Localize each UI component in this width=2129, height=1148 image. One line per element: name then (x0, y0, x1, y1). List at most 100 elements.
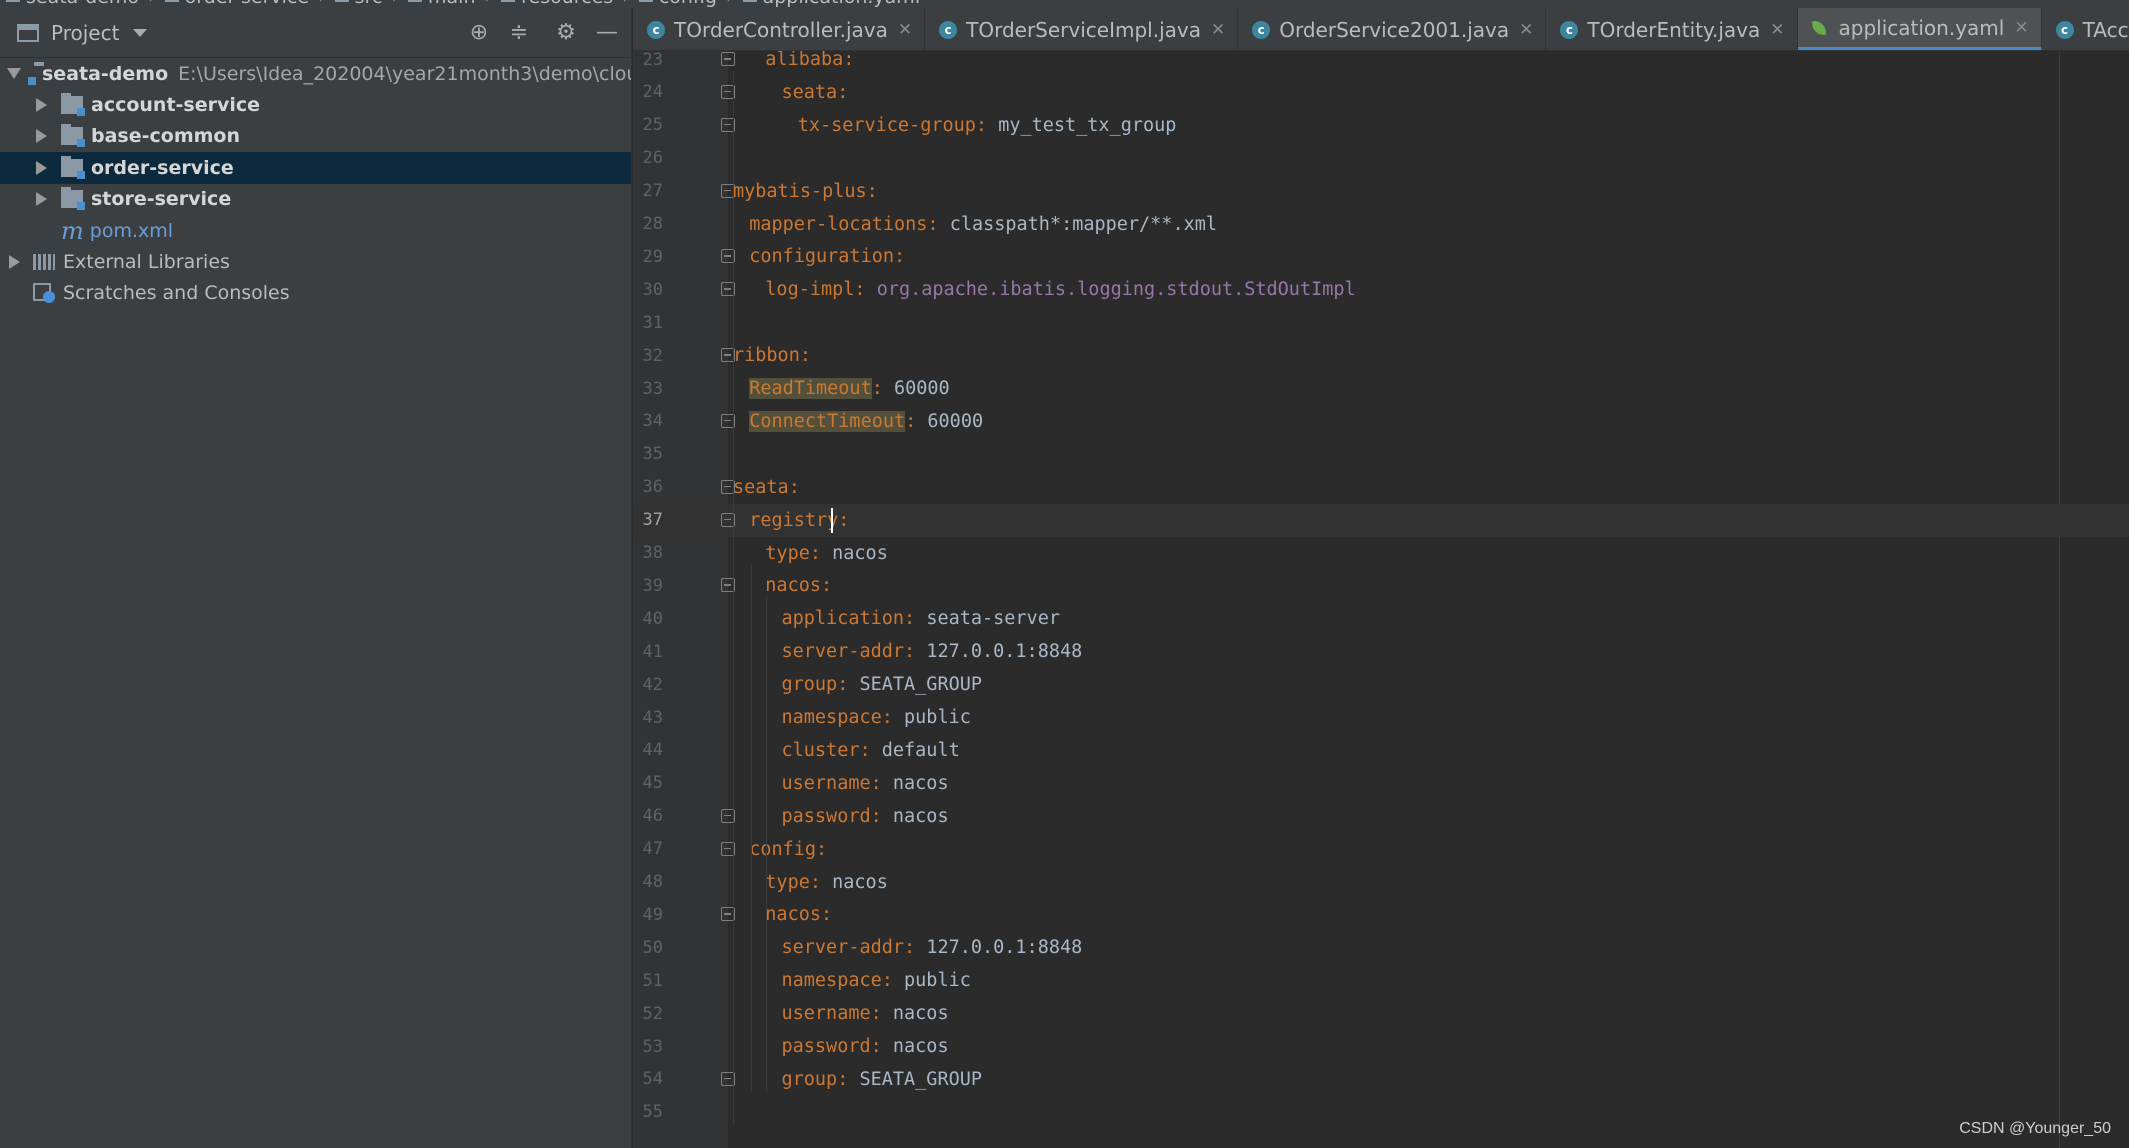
tree-item-scratches-and-consoles[interactable]: Scratches and Consoles (0, 278, 631, 309)
yaml-value: nacos (892, 772, 949, 794)
code-line[interactable]: 36 seata: (633, 471, 2129, 504)
fold-marker-icon[interactable] (721, 52, 735, 66)
locate-icon[interactable]: ⊕ (468, 22, 490, 44)
yaml-separator: : (881, 970, 905, 992)
code-line[interactable]: 31 (633, 306, 2129, 339)
code-line[interactable]: 44 cluster: default (633, 734, 2129, 767)
code-line[interactable]: 26 (633, 142, 2129, 175)
gear-icon[interactable]: ⚙ (555, 22, 577, 44)
code-line[interactable]: 32 ribbon: (633, 339, 2129, 372)
code-line[interactable]: 52 username: nacos (633, 997, 2129, 1030)
code-line[interactable]: 25 tx-service-group: my_test_tx_group (633, 109, 2129, 142)
project-tool-window: Project ⊕ ≑ ⚙ — seata-demo E:\Users\Idea… (0, 8, 632, 1148)
editor-tab[interactable]: c OrderService2001.java ✕ (1238, 8, 1547, 50)
code-line[interactable]: 28 mapper-locations: classpath*:mapper/**… (633, 208, 2129, 241)
code-line[interactable]: 30 log-impl: org.apache.ibatis.logging.st… (633, 273, 2129, 306)
close-icon[interactable]: ✕ (898, 20, 912, 40)
code-line[interactable]: 46 password: nacos (633, 800, 2129, 833)
yaml-separator: : (881, 707, 905, 728)
collapsed-arrow-icon[interactable] (9, 255, 20, 270)
folder-icon (742, 0, 757, 2)
editor-tab-bar: c TOrderController.java ✕ c TOrderServiceImp… (633, 8, 2129, 51)
code-line[interactable]: 41 server-addr: 127.0.0.1:8848 (633, 635, 2129, 668)
tree-item-base-common[interactable]: base-common (0, 121, 631, 152)
editor-tab[interactable]: c TOrderController.java ✕ (633, 8, 926, 50)
code-line[interactable]: 54 group: SEATA_GROUP (633, 1063, 2129, 1096)
editor-tab[interactable]: application.yaml ✕ (1797, 8, 2042, 50)
code-line[interactable]: 27 mybatis-plus: (633, 175, 2129, 208)
breadcrumb-item[interactable]: seata-demo (6, 0, 139, 8)
module-folder-icon (61, 155, 85, 179)
collapse-all-icon[interactable]: ≑ (508, 22, 530, 44)
tree-item-order-service[interactable]: order-service (0, 152, 631, 184)
tree-root-path: E:\Users\Idea_202004\year21month3\demo\c… (178, 62, 632, 85)
code-line[interactable]: 43 namespace: public (633, 701, 2129, 734)
code-line[interactable]: 38 type: nacos (633, 537, 2129, 570)
breadcrumb-item[interactable]: application.yaml (742, 0, 920, 8)
code-text: mybatis-plus: (733, 179, 878, 204)
code-text: server-addr: 127.0.0.1:8848 (782, 935, 1083, 960)
yaml-key: cluster (781, 739, 860, 761)
code-line[interactable]: 34 ConnectTimeout: 60000 (633, 405, 2129, 438)
code-line[interactable]: 48 type: nacos (633, 866, 2129, 899)
editor-tab[interactable]: cTAccountController.java✕ (2042, 8, 2129, 50)
collapsed-arrow-icon[interactable] (36, 98, 47, 113)
code-line[interactable]: 49 nacos: (633, 898, 2129, 931)
code-line[interactable]: 24 seata: (633, 76, 2129, 109)
breadcrumb-item[interactable]: src (334, 0, 382, 8)
yaml-key: seata (733, 476, 789, 498)
code-line[interactable]: 37 registry: (633, 503, 2129, 537)
line-number: 47 (642, 839, 663, 860)
yaml-separator: : (905, 410, 928, 432)
minimize-icon[interactable]: — (596, 22, 618, 44)
yaml-key: ConnectTimeout (749, 410, 906, 432)
yaml-value: nacos (892, 805, 949, 827)
line-number: 25 (642, 115, 663, 136)
project-view-selector[interactable]: Project (17, 21, 148, 45)
tree-item-pom-xml[interactable]: m pom.xml (0, 215, 631, 246)
code-line[interactable]: 42 group: SEATA_GROUP (633, 668, 2129, 701)
code-text: seata: (782, 80, 849, 105)
code-line[interactable]: 29 configuration: (633, 240, 2129, 273)
expanded-arrow-icon[interactable] (7, 68, 21, 80)
code-line[interactable]: 50 server-addr: 127.0.0.1:8848 (633, 931, 2129, 964)
yaml-value: nacos (892, 1036, 949, 1057)
code-line[interactable]: 33 ReadTimeout: 60000 (633, 372, 2129, 405)
yaml-key: seata (781, 81, 838, 103)
editor-tab[interactable]: c TOrderEntity.java ✕ (1546, 8, 1798, 50)
line-number: 28 (642, 214, 663, 234)
indent-guide (733, 71, 734, 1124)
close-icon[interactable]: ✕ (1519, 20, 1533, 40)
breadcrumb-item[interactable]: order-service (164, 0, 309, 8)
breadcrumb-item[interactable]: config (638, 0, 717, 8)
collapsed-arrow-icon[interactable] (36, 192, 47, 207)
tree-item-account-service[interactable]: account-service (0, 89, 631, 120)
collapsed-arrow-icon[interactable] (36, 129, 47, 144)
tree-item-external-libraries[interactable]: External Libraries (0, 246, 631, 277)
tree-root-seata-demo[interactable]: seata-demo E:\Users\Idea_202004\year21mo… (0, 58, 632, 89)
code-line[interactable]: 51 namespace: public (633, 964, 2129, 997)
java-class-icon: c (939, 20, 958, 39)
indent-guide (766, 597, 767, 1091)
breadcrumb-item[interactable]: resources (501, 0, 613, 8)
tree-item-store-service[interactable]: store-service (0, 184, 631, 215)
yaml-value: seata-server (926, 608, 1060, 630)
collapsed-arrow-icon[interactable] (36, 160, 47, 175)
code-line[interactable]: 53 password: nacos (633, 1030, 2129, 1063)
code-text: nacos: (765, 902, 832, 927)
yaml-separator: : (870, 1003, 893, 1025)
code-line[interactable]: 39 nacos: (633, 569, 2129, 602)
close-icon[interactable]: ✕ (2014, 18, 2028, 38)
code-line[interactable]: 47 config: (633, 833, 2129, 866)
close-icon[interactable]: ✕ (1211, 20, 1225, 40)
code-line[interactable]: 45 username: nacos (633, 767, 2129, 800)
code-line[interactable]: 35 (633, 438, 2129, 471)
breadcrumb-item[interactable]: main (408, 0, 476, 8)
code-editor[interactable]: 23 alibaba: 24 seata: 25 tx-service-group: my… (633, 51, 2129, 1148)
code-line[interactable]: 40 application: seata-server (633, 602, 2129, 635)
editor-tab[interactable]: c TOrderServiceImpl.java ✕ (925, 8, 1239, 50)
code-line[interactable]: 23 alibaba: (633, 51, 2129, 76)
yaml-separator: : (843, 51, 855, 70)
code-line[interactable]: 55 (633, 1096, 2129, 1129)
close-icon[interactable]: ✕ (1770, 20, 1784, 40)
